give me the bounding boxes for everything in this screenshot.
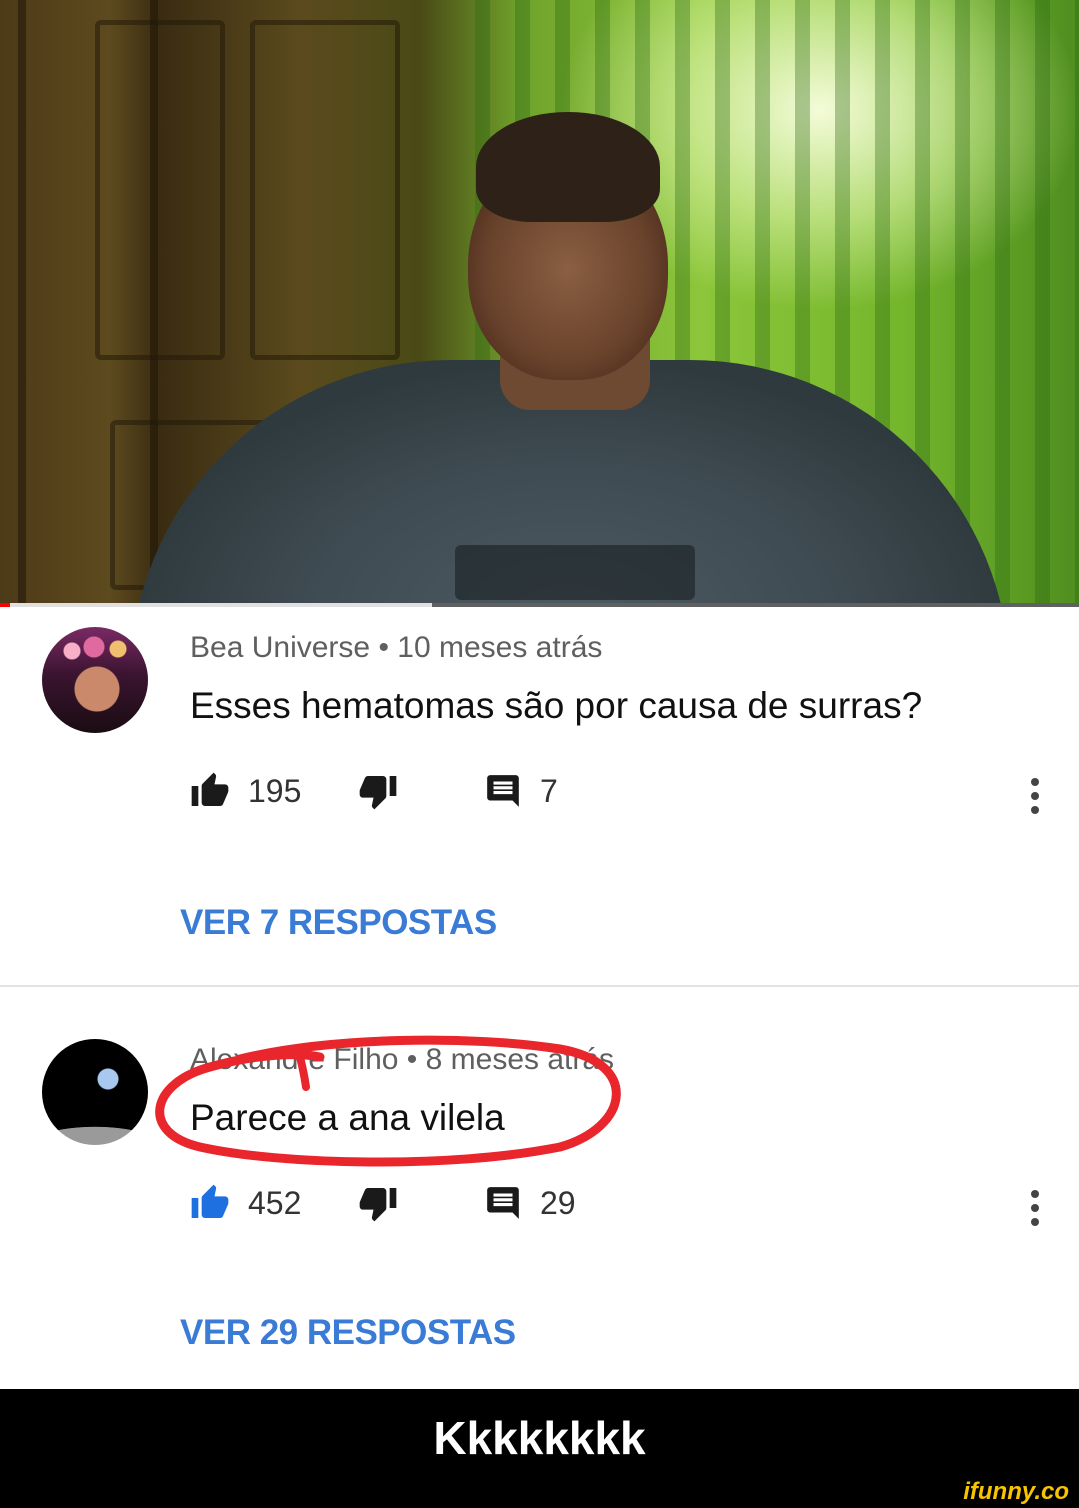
comment-text: Parece a ana vilela [190, 1097, 505, 1138]
door-panel [250, 20, 400, 360]
meta-separator: • [378, 631, 398, 664]
like-button[interactable]: 452 [190, 1183, 301, 1223]
view-replies-link[interactable]: VER 29 RESPOSTAS [180, 1313, 516, 1353]
person-hair [476, 112, 660, 222]
thumbs-up-icon [191, 1184, 229, 1218]
dot [1031, 1204, 1039, 1212]
comment-meta: Alexandre Filho • 8 meses atrás [190, 1043, 615, 1076]
watermark: ifunny.co [963, 1478, 1069, 1505]
more-vert-icon[interactable] [1020, 771, 1050, 821]
comment-item: Bea Universe • 10 meses atrás Esses hema… [0, 607, 1079, 985]
view-replies-link[interactable]: VER 7 RESPOSTAS [180, 903, 497, 943]
reply-button[interactable]: 7 [484, 771, 558, 811]
reply-button[interactable]: 29 [484, 1183, 576, 1223]
dot [1031, 792, 1039, 800]
comment-item: Alexandre Filho • 8 meses atrás Parece a… [0, 987, 1079, 1389]
video-player[interactable] [0, 0, 1079, 607]
reply-icon [487, 775, 519, 807]
comment-meta: Bea Universe • 10 meses atrás [190, 631, 602, 665]
thumbs-down-icon [359, 1188, 397, 1222]
caption-text: Kkkkkkkk [433, 1412, 646, 1464]
shirt-print [455, 545, 695, 600]
comments-section: Bea Universe • 10 meses atrás Esses hema… [0, 607, 1079, 1389]
reply-count: 29 [540, 1184, 576, 1221]
avatar[interactable] [42, 1039, 148, 1145]
dot [1031, 778, 1039, 786]
like-count: 195 [248, 772, 302, 809]
dot [1031, 1190, 1039, 1198]
thumbs-up-icon [191, 772, 229, 806]
comment-author[interactable]: Bea Universe [190, 631, 370, 664]
comment-actions: 452 29 [190, 1183, 1050, 1233]
reply-icon [487, 1187, 519, 1219]
thumbs-down-icon [359, 776, 397, 810]
more-vert-icon[interactable] [1020, 1183, 1050, 1233]
dot [1031, 806, 1039, 814]
dislike-button[interactable] [358, 1183, 398, 1223]
door-panel [95, 20, 225, 360]
door-edge [18, 0, 26, 607]
dislike-button[interactable] [358, 771, 398, 811]
like-count: 452 [248, 1184, 302, 1221]
avatar[interactable] [42, 627, 148, 733]
dot [1031, 1218, 1039, 1226]
reply-count: 7 [540, 772, 558, 809]
like-button[interactable]: 195 [190, 771, 301, 811]
caption-bar: Kkkkkkkk ifunny.co [0, 1389, 1079, 1508]
comment-text: Esses hematomas são por causa de surras? [190, 685, 923, 726]
comment-actions: 195 7 [190, 771, 1050, 821]
comment-time: 10 meses atrás [397, 631, 603, 664]
